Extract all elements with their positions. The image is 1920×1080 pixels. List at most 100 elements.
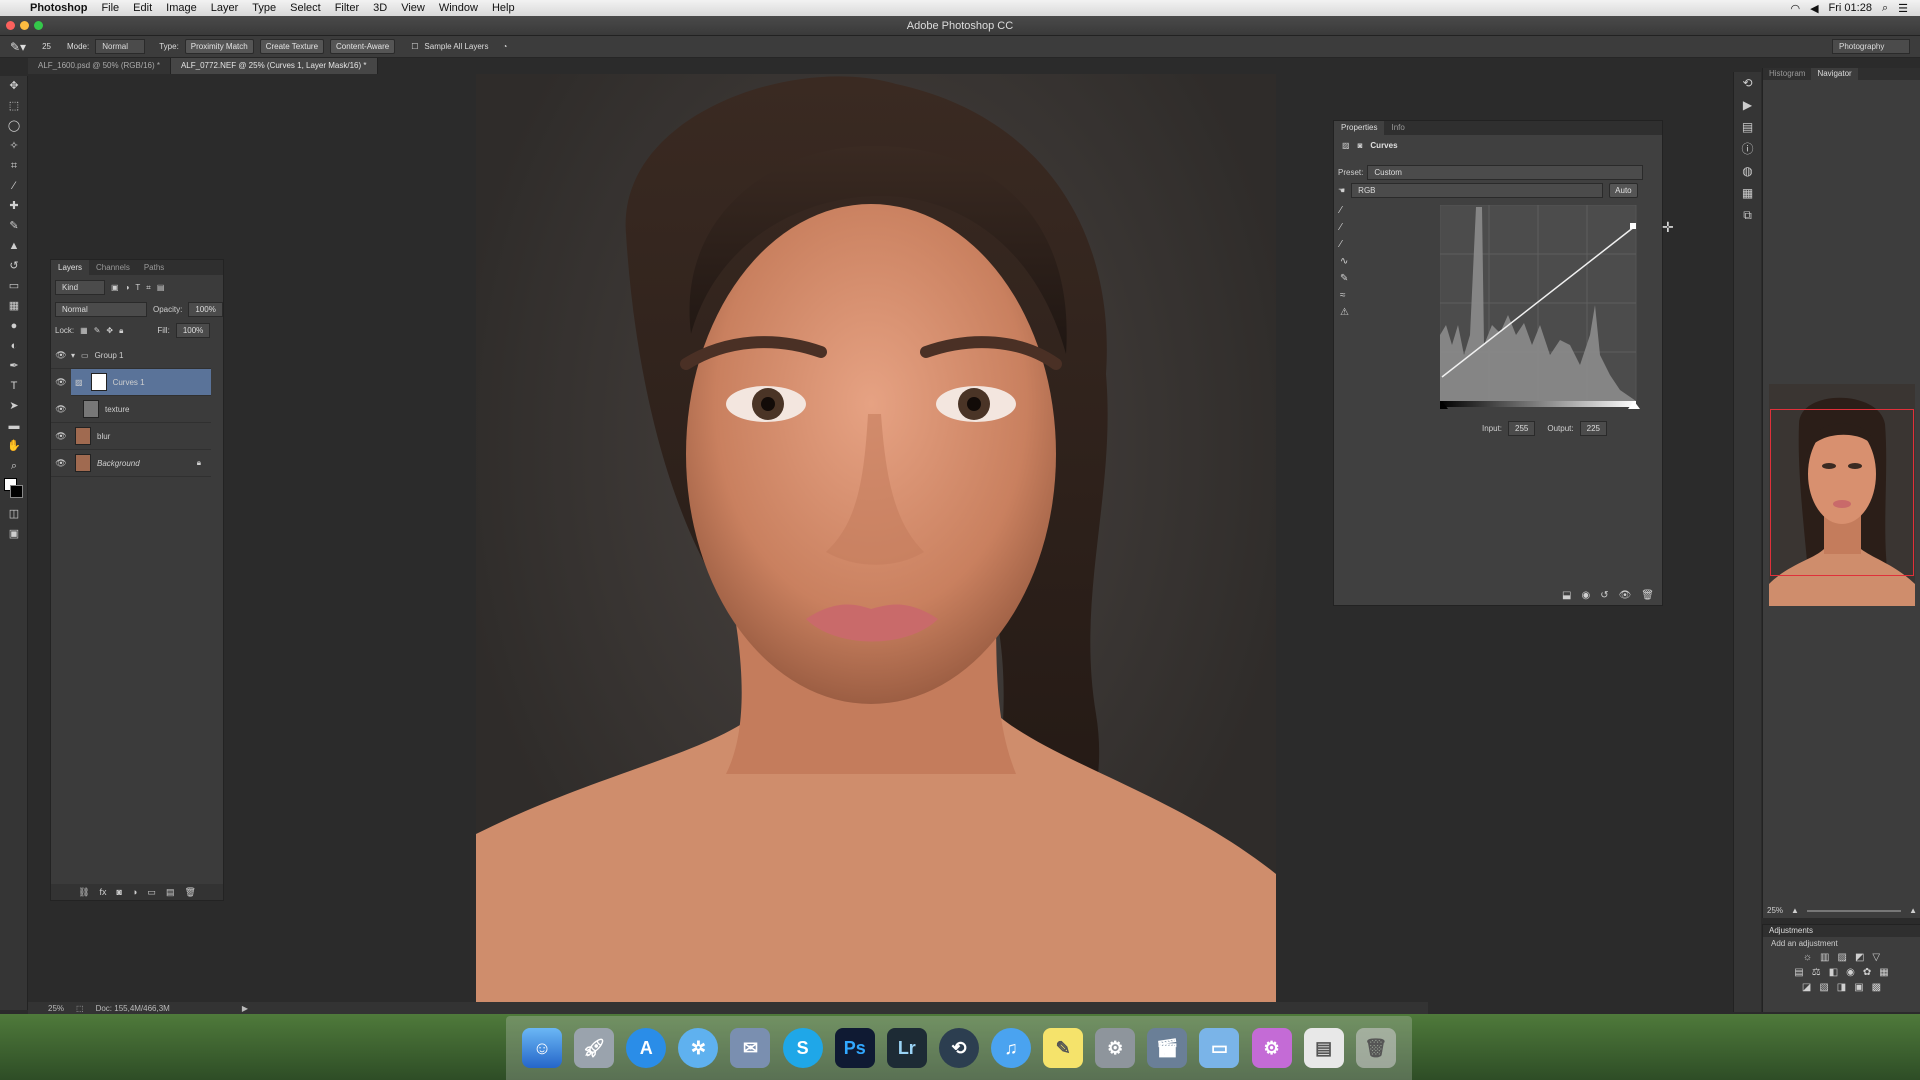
wifi-icon[interactable]: ◠ xyxy=(1790,2,1800,15)
toggle-visibility-icon[interactable]: 👁︎ xyxy=(1619,590,1632,601)
layer-row-background[interactable]: 👁︎ Background 🔒︎ xyxy=(51,450,211,477)
mode-dropdown[interactable]: Normal xyxy=(95,39,146,54)
preset-dropdown[interactable]: Custom xyxy=(1367,165,1644,180)
tab-paths[interactable]: Paths xyxy=(137,260,171,275)
zoom-in-icon[interactable]: ▲ xyxy=(1909,906,1917,915)
menu-3d[interactable]: 3D xyxy=(373,2,387,14)
navigator-view-box[interactable] xyxy=(1770,409,1914,576)
status-zoom[interactable]: 25% xyxy=(48,1004,64,1013)
menu-window[interactable]: Window xyxy=(439,2,478,14)
marquee-tool-icon[interactable]: ⬚ xyxy=(0,96,28,116)
photoshop-icon[interactable]: Ps xyxy=(834,1028,875,1068)
eraser-tool-icon[interactable]: ▭ xyxy=(0,276,28,296)
finder-icon[interactable]: ☺ xyxy=(522,1028,563,1068)
menu-app-name[interactable]: Photoshop xyxy=(30,2,87,14)
hand-tool-icon[interactable]: ✋ xyxy=(0,436,28,456)
menu-layer[interactable]: Layer xyxy=(211,2,239,14)
blend-mode-dropdown[interactable]: Normal xyxy=(55,302,147,317)
system-preferences-icon[interactable]: ⚙ xyxy=(1095,1028,1136,1068)
sample-all-layers-checkbox[interactable]: ☐ xyxy=(411,42,418,51)
path-select-tool-icon[interactable]: ➤ xyxy=(0,396,28,416)
history-brush-tool-icon[interactable]: ↺ xyxy=(0,256,28,276)
status-arrow-icon[interactable]: ▶ xyxy=(242,1004,248,1013)
dodge-tool-icon[interactable]: ◐ xyxy=(0,336,28,356)
tab-channels[interactable]: Channels xyxy=(89,260,137,275)
fx-icon[interactable]: fx xyxy=(100,887,107,897)
black-point-eyedropper-icon[interactable]: ⁄ xyxy=(1340,205,1349,216)
clipping-warning-icon[interactable]: ⚠ xyxy=(1340,307,1349,318)
visibility-eye-icon[interactable]: 👁︎ xyxy=(51,377,71,388)
delete-adjustment-icon[interactable]: 🗑︎ xyxy=(1641,590,1654,601)
content-aware-button[interactable]: Content-Aware xyxy=(330,39,396,54)
healing-brush-tool-icon[interactable]: ✚ xyxy=(0,196,28,216)
pressure-icon[interactable]: ◔ xyxy=(502,42,507,51)
filter-shape-icon[interactable]: ⌗ xyxy=(146,283,151,293)
quick-mask-icon[interactable]: ◫ xyxy=(0,504,28,524)
brush-size[interactable]: 25 xyxy=(42,42,51,51)
photo-filter-icon[interactable]: ◉ xyxy=(1846,967,1855,978)
imovie-icon[interactable]: 🎬︎ xyxy=(1147,1028,1188,1068)
gray-point-eyedropper-icon[interactable]: ⁄ xyxy=(1340,222,1349,233)
mask-icon[interactable]: ◙ xyxy=(1358,141,1363,150)
status-share-icon[interactable]: ⬚ xyxy=(76,1004,84,1013)
tab-alf-0772[interactable]: ALF_0772.NEF @ 25% (Curves 1, Layer Mask… xyxy=(170,58,378,74)
smooth-curve-icon[interactable]: ≈ xyxy=(1340,290,1349,301)
type-tool-icon[interactable]: T xyxy=(0,376,28,396)
lightroom-icon[interactable]: Lr xyxy=(886,1028,927,1068)
document-canvas[interactable] xyxy=(476,74,1276,1002)
white-point-eyedropper-icon[interactable]: ⁄ xyxy=(1340,239,1349,250)
menu-select[interactable]: Select xyxy=(290,2,321,14)
vibrance-icon[interactable]: ▽ xyxy=(1872,952,1880,963)
rar-utility-icon[interactable]: ⚙ xyxy=(1251,1028,1292,1068)
invert-icon[interactable]: ◪ xyxy=(1802,982,1811,993)
selective-color-icon[interactable]: ▩ xyxy=(1872,982,1881,993)
filter-adjust-icon[interactable]: ◑ xyxy=(125,283,130,292)
lock-move-icon[interactable]: ✥ xyxy=(106,326,113,335)
brushes-panel-icon[interactable]: ◍ xyxy=(1734,160,1761,182)
itunes-icon[interactable]: ♫ xyxy=(991,1028,1032,1068)
layer-row-curves[interactable]: 👁︎ ▨ Curves 1 xyxy=(55,369,211,396)
visibility-eye-icon[interactable]: 👁︎ xyxy=(51,458,71,469)
auto-button[interactable]: Auto xyxy=(1609,183,1638,198)
minimize-window-button[interactable] xyxy=(20,21,29,30)
hue-saturation-icon[interactable]: ▤ xyxy=(1794,967,1803,978)
levels-icon[interactable]: ▥ xyxy=(1820,952,1829,963)
blur-tool-icon[interactable]: ● xyxy=(0,316,28,336)
trash-icon[interactable]: 🗑︎ xyxy=(1355,1028,1396,1068)
tab-layers[interactable]: Layers xyxy=(51,260,90,275)
launchpad-icon[interactable]: 🚀︎ xyxy=(574,1028,615,1068)
clip-to-layer-icon[interactable]: ⬓ xyxy=(1562,590,1571,601)
filter-type-icon[interactable]: T xyxy=(135,283,140,292)
color-swatches-icon[interactable] xyxy=(0,476,28,504)
lock-paint-icon[interactable]: ✎ xyxy=(94,326,101,335)
actions-panel-icon[interactable]: ▶ xyxy=(1734,94,1761,116)
color-balance-icon[interactable]: ⚖ xyxy=(1812,967,1821,978)
safari-icon[interactable]: ✲ xyxy=(678,1028,719,1068)
move-tool-icon[interactable]: ✥ xyxy=(0,76,28,96)
menu-type[interactable]: Type xyxy=(252,2,276,14)
menu-file[interactable]: File xyxy=(101,2,119,14)
disclosure-triangle-icon[interactable]: ▾ xyxy=(71,351,75,360)
input-field[interactable]: 255 xyxy=(1508,421,1536,436)
brightness-icon[interactable]: ☼ xyxy=(1803,952,1812,963)
visibility-eye-icon[interactable]: 👁︎ xyxy=(51,350,71,361)
zoom-out-icon[interactable]: ▲ xyxy=(1791,906,1799,915)
gradient-tool-icon[interactable]: ▦ xyxy=(0,296,28,316)
list-icon[interactable]: ☰ xyxy=(1898,2,1908,15)
fill-field[interactable]: 100% xyxy=(175,323,211,338)
kind-filter-dropdown[interactable]: Kind xyxy=(55,280,105,295)
layer-row-group[interactable]: 👁︎ ▾ ▭ Group 1 xyxy=(51,342,211,369)
add-mask-icon[interactable]: ◙ xyxy=(117,887,122,897)
channel-mixer-icon[interactable]: ✿ xyxy=(1863,967,1871,978)
delete-layer-icon[interactable]: 🗑︎ xyxy=(184,887,195,898)
spot-healing-brush-icon[interactable]: ✎▾ xyxy=(10,40,26,54)
skype-icon[interactable]: S xyxy=(782,1028,823,1068)
notes-icon[interactable]: ✎ xyxy=(1043,1028,1084,1068)
navigator-preview[interactable] xyxy=(1769,384,1915,606)
quick-select-tool-icon[interactable]: ✧ xyxy=(0,136,28,156)
draw-curve-icon[interactable]: ✎ xyxy=(1340,273,1349,284)
black-white-icon[interactable]: ◧ xyxy=(1829,967,1838,978)
pen-tool-icon[interactable]: ✒ xyxy=(0,356,28,376)
visibility-eye-icon[interactable]: 👁︎ xyxy=(51,431,71,442)
app-store-icon[interactable]: A xyxy=(626,1028,667,1068)
